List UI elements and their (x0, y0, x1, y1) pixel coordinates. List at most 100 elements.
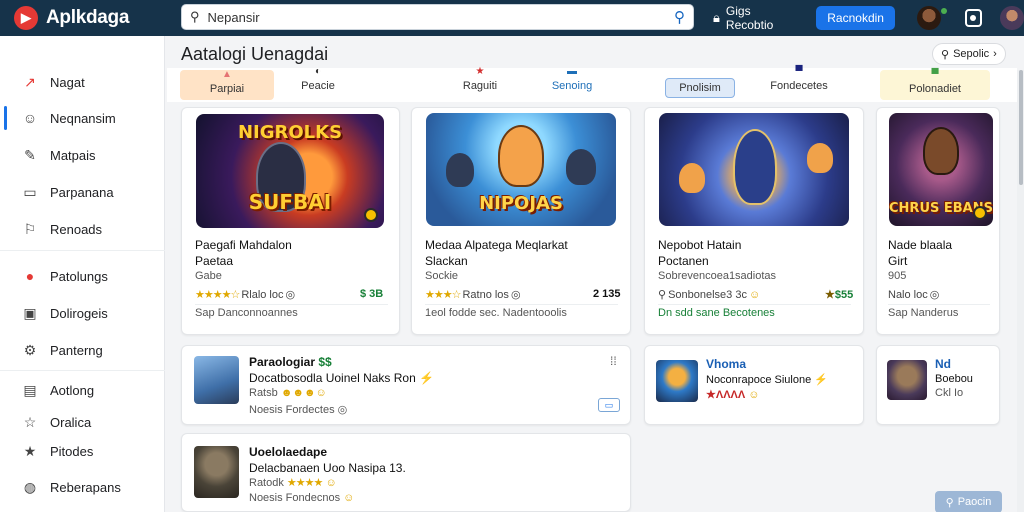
filter-button[interactable]: ⚲ Sepolic › (932, 43, 1006, 65)
category-label: Senoing (551, 80, 593, 92)
info-icon: ◎ (510, 289, 521, 301)
sidebar-item-nagat[interactable]: ↗ Nagat (0, 68, 165, 96)
price-text: $55 (834, 289, 854, 301)
category-tab-senoing[interactable]: ▬ Senoing (550, 67, 594, 100)
list-line: Delacbanaen Uoo Nasipa 13. (249, 461, 406, 475)
sidebar-item-label: Parpanana (50, 184, 114, 200)
app-subtitle: Slackan (425, 254, 468, 268)
featured-app-card[interactable]: NIGROLKS SUFBAI Paegafi Mahdalon Paetaa … (181, 107, 400, 335)
app-list-item[interactable]: Uoelolaedape Delacbanaen Uoo Nasipa 13. … (181, 433, 631, 512)
category-tab-peacie[interactable]: ◐ Peacie (298, 66, 338, 100)
app-price: $ 3B (360, 288, 384, 300)
app-thumbnail (656, 360, 698, 402)
star-icon: ★ (23, 442, 37, 459)
app-title: Medaa Alpatega Meqlarkat (425, 238, 568, 252)
featured-app-card[interactable]: Nepobot Hatain Poctanen Sobrevencoea1sad… (644, 107, 864, 335)
app-artwork: CHRUS EBANS (889, 113, 993, 226)
sidebar-item-aotlong[interactable]: ▤ Aotlong (0, 376, 165, 404)
sidebar: ↗ Nagat ☺ Neqnansim ✎ Matpais ▭ Parpanana ⚐ R… (0, 36, 165, 512)
category-label: Parpiai (209, 83, 245, 95)
app-thumbnail (887, 360, 927, 400)
globe-icon: ◍ (23, 478, 37, 495)
user-avatar[interactable] (916, 6, 941, 30)
category-tab-pnolisim[interactable]: Pnolisim (665, 78, 735, 98)
app-list-item[interactable]: Nd Boebou Ckl Io (876, 345, 1000, 425)
record-icon: ● (25, 268, 35, 284)
featured-app-card[interactable]: CHRUS EBANS Nade blaala Girt 905 Nalo lo… (876, 107, 1000, 335)
search-submit-icon[interactable]: ⚲ (674, 8, 685, 26)
category-icon: ◐ (314, 66, 322, 77)
featured-app-card[interactable]: NIPOJAS Medaa Alpatega Meqlarkat Slackan… (411, 107, 631, 335)
list-title: Uoelolaedape (249, 445, 328, 459)
floating-action-button[interactable]: ⚲ Paocin (935, 491, 1002, 512)
primary-action-button[interactable]: Racnokdin (816, 6, 895, 30)
sidebar-item-patolungs[interactable]: ● Patolungs (0, 262, 165, 290)
list-line: Boebou (935, 373, 973, 385)
play-logo-icon: ▶ (14, 6, 38, 30)
list-line: Noconrapoce Siulone ⚡ (706, 374, 828, 386)
app-title: Nepobot Hatain (658, 238, 742, 252)
list-rating-text: Ratodk (249, 477, 284, 489)
floating-button-label: Paocin (957, 496, 992, 508)
rating-text: Ratno los (462, 288, 509, 301)
scrollbar-thumb[interactable] (1019, 70, 1023, 185)
page-title: Aatalogi Uenagdai (181, 44, 329, 64)
sidebar-item-matpais[interactable]: ✎ Matpais (0, 141, 165, 169)
app-list-item[interactable]: Vhoma Noconrapoce Siulone ⚡ ★ΛΛΛΛ ☺ (644, 345, 864, 425)
category-tab-raguiti[interactable]: ★ Raguiti (460, 66, 500, 100)
search-icon: ⚲ (190, 9, 200, 24)
flag-icon: ⚐ (23, 220, 37, 237)
app-developer: 1eol fodde sec. Nadentooolis (425, 307, 567, 319)
sidebar-item-pitodes[interactable]: ★ Pitodes (0, 437, 165, 465)
lock-icon: 🔒︎ (713, 10, 720, 25)
card-divider (658, 304, 851, 305)
card-icon: ▣ (23, 304, 37, 321)
app-rating: ★★★☆ Ratno los ◎ (425, 288, 521, 302)
category-label: Peacie (301, 80, 335, 92)
star-rating-icon: ★★★☆ (425, 289, 461, 301)
list-line-text: Noconrapoce Siulone (706, 374, 812, 386)
category-tab-fondecetes[interactable]: ▀ Fondecetes (770, 67, 828, 100)
sidebar-item-oralica[interactable]: ☆ Oralica (0, 408, 165, 436)
list-foot-text: Noesis Fordectes (249, 404, 335, 416)
app-thumbnail (194, 446, 239, 498)
info-icon: ◎ (929, 289, 940, 301)
star-rating-icon: ★★★★☆ (195, 289, 240, 301)
category-label: Polonadiet (909, 83, 961, 95)
info-icon: ◎ (285, 289, 296, 301)
app-rating: ⚲ Sonbonelse3 3c ☺ (658, 288, 760, 302)
app-name: Aplkdaga (46, 7, 130, 28)
sidebar-item-label: Pitodes (50, 443, 94, 459)
folder-icon: ▤ (23, 381, 37, 398)
sidebar-item-reberapans[interactable]: ◍ Reberapans (0, 473, 165, 501)
brand[interactable]: ▶ Aplkdaga (0, 6, 170, 30)
category-tab-polonadiet[interactable]: ▀ Polonadiet (880, 70, 990, 100)
sidebar-item-panterng[interactable]: ⚙ Panterng (0, 336, 165, 364)
coin-icon (973, 206, 987, 220)
trending-icon: ↗ (24, 73, 36, 90)
sidebar-item-label: Reberapans (50, 479, 121, 495)
category-label: Raguiti (462, 80, 498, 92)
sidebar-item-label: Oralica (50, 414, 92, 430)
list-title: Vhoma (706, 357, 747, 371)
app-category: Sobrevencoea1sadiotas (658, 270, 777, 282)
sidebar-item-neqnansim[interactable]: ☺ Neqnansim (0, 104, 165, 132)
more-options-icon[interactable]: ⁞⁞ (610, 354, 617, 368)
category-icon: ★ (475, 66, 485, 77)
search-input[interactable] (207, 9, 674, 25)
sidebar-item-parpanana[interactable]: ▭ Parpanana (0, 178, 165, 206)
chat-icon: ▭ (23, 183, 37, 200)
install-button[interactable]: ▭ (598, 398, 620, 412)
pen-icon: ✎ (24, 146, 36, 163)
header-text[interactable]: Gigs Recobtio (726, 4, 800, 32)
profile-avatar[interactable] (1000, 6, 1024, 30)
sidebar-item-label: Panterng (50, 342, 103, 358)
category-tab-parpiai[interactable]: ▲ Parpiai (180, 70, 274, 100)
sidebar-item-renoads[interactable]: ⚐ Renoads (0, 215, 165, 243)
card-divider (195, 304, 388, 305)
star-outline-icon: ☆ (23, 413, 37, 430)
sidebar-item-dolirogeis[interactable]: ▣ Dolirogeis (0, 299, 165, 327)
sidebar-item-label: Patolungs (50, 268, 108, 284)
app-list-item[interactable]: Paraologiar $$ Docatbosodla Uoinel Naks … (181, 345, 631, 425)
camera-icon[interactable] (964, 9, 983, 27)
